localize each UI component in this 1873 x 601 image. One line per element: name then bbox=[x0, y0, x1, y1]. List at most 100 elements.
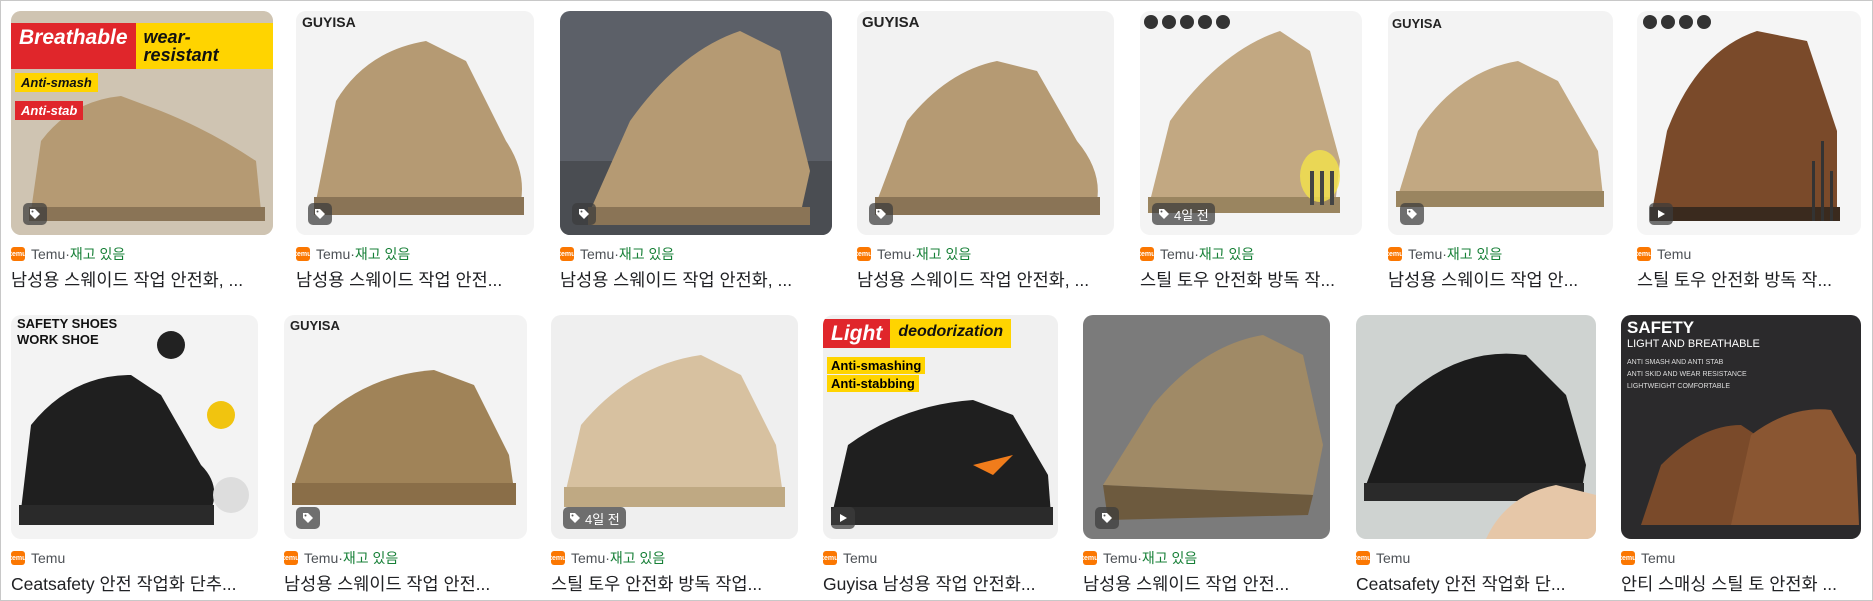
tag-badge bbox=[1649, 203, 1673, 225]
result-thumbnail[interactable]: Light deodorization Anti-smashing Anti-s… bbox=[823, 315, 1058, 539]
stock-status: 재고 있음 bbox=[1141, 550, 1198, 566]
result-thumbnail[interactable]: GUYISA bbox=[296, 11, 534, 235]
result-thumbnail[interactable]: SAFETY SHOES WORK SHOE bbox=[11, 315, 258, 539]
temu-logo-icon: temu bbox=[1387, 247, 1403, 261]
temu-logo-icon: temu bbox=[1620, 551, 1636, 565]
feature-icons bbox=[1144, 15, 1230, 29]
result-card-6[interactable]: GUYISA temu Temu · 재고 있음 남성용 스웨이드 작업 안... bbox=[1387, 11, 1613, 292]
sneaker-image bbox=[823, 315, 1058, 539]
sneaker-image bbox=[11, 315, 258, 539]
overlay-red-banner: Light bbox=[823, 319, 891, 348]
tag-icon bbox=[30, 209, 40, 219]
result-card-3[interactable]: temu Temu · 재고 있음 남성용 스웨이드 작업 안전화, ... bbox=[559, 11, 832, 292]
temu-logo-icon: temu bbox=[295, 247, 311, 261]
source-name[interactable]: Temu bbox=[1641, 550, 1675, 566]
result-title[interactable]: 남성용 스웨이드 작업 안전화, ... bbox=[857, 267, 1114, 292]
overlay-sub1: Anti-smashing bbox=[827, 357, 926, 374]
overlay-line5: LIGHTWEIGHT COMFORTABLE bbox=[1627, 383, 1731, 390]
sneaker-image bbox=[1356, 315, 1596, 539]
source-name[interactable]: Temu bbox=[843, 550, 877, 566]
source-name[interactable]: Temu bbox=[31, 550, 65, 566]
temu-logo-icon: temu bbox=[283, 551, 299, 565]
source-name[interactable]: Temu bbox=[877, 246, 911, 262]
temu-logo-icon: temu bbox=[1082, 551, 1098, 565]
source-name[interactable]: Temu bbox=[1103, 550, 1137, 566]
overlay-line4: ANTI SKID AND WEAR RESISTANCE bbox=[1627, 371, 1747, 378]
brand-label: GUYISA bbox=[1392, 16, 1442, 31]
result-card-13[interactable]: temu Temu Ceatsafety 안전 작업화 단... bbox=[1355, 315, 1596, 596]
result-thumbnail[interactable] bbox=[1356, 315, 1596, 539]
stock-status: 재고 있음 bbox=[342, 550, 399, 566]
result-thumbnail[interactable]: GUYISA bbox=[284, 315, 527, 539]
result-title[interactable]: Ceatsafety 안전 작업화 단추... bbox=[11, 571, 258, 596]
overlay-red-banner: Breathable bbox=[11, 23, 136, 69]
temu-logo-icon: temu bbox=[10, 551, 26, 565]
result-card-10[interactable]: 4일 전 temu Temu · 재고 있음 스틸 토우 안전화 방독 작업... bbox=[550, 315, 798, 596]
tag-badge: 4일 전 bbox=[1152, 203, 1215, 225]
source-name[interactable]: Temu bbox=[31, 246, 65, 262]
source-name[interactable]: Temu bbox=[1160, 246, 1194, 262]
result-card-7[interactable]: temu Temu 스틸 토우 안전화 방독 작... bbox=[1636, 11, 1861, 292]
overlay-line2: LIGHT AND BREATHABLE bbox=[1627, 338, 1760, 350]
source-name[interactable]: Temu bbox=[1657, 246, 1691, 262]
tag-icon bbox=[570, 513, 580, 523]
result-thumbnail[interactable]: Breathable wear-resistant Anti-smash Ant… bbox=[11, 11, 273, 235]
overlay-sub2: Anti-stab bbox=[15, 101, 84, 120]
source-name[interactable]: Temu bbox=[1408, 246, 1442, 262]
result-title[interactable]: 남성용 스웨이드 작업 안전화, ... bbox=[11, 267, 273, 292]
tag-badge bbox=[572, 203, 596, 225]
sneaker-image bbox=[284, 315, 527, 539]
result-card-4[interactable]: GUYISA temu Temu · 재고 있음 남성용 스웨이드 작업 안전화,… bbox=[856, 11, 1114, 292]
tag-icon bbox=[1159, 209, 1169, 219]
result-thumbnail[interactable] bbox=[1083, 315, 1330, 539]
result-thumbnail[interactable]: 4일 전 bbox=[551, 315, 798, 539]
source-name[interactable]: Temu bbox=[304, 550, 338, 566]
result-title[interactable]: 스틸 토우 안전화 방독 작... bbox=[1637, 267, 1861, 292]
result-title[interactable]: 남성용 스웨이드 작업 안전화, ... bbox=[560, 267, 832, 292]
source-name[interactable]: Temu bbox=[1376, 550, 1410, 566]
overlay-yellow-banner: deodorization bbox=[890, 319, 1012, 348]
brand-label: GUYISA bbox=[302, 14, 356, 30]
temu-logo-icon: temu bbox=[822, 551, 838, 565]
result-card-14[interactable]: SAFETY LIGHT AND BREATHABLE ANTI SMASH A… bbox=[1620, 315, 1861, 596]
tag-badge bbox=[23, 203, 47, 225]
sneaker-image bbox=[551, 315, 798, 539]
result-title[interactable]: 남성용 스웨이드 작업 안전... bbox=[284, 571, 527, 596]
result-card-11[interactable]: Light deodorization Anti-smashing Anti-s… bbox=[822, 315, 1058, 596]
stock-status: 재고 있음 bbox=[1198, 246, 1255, 262]
overlay-line2: WORK SHOE bbox=[17, 332, 99, 347]
stock-status: 재고 있음 bbox=[1446, 246, 1503, 262]
result-card-2[interactable]: GUYISA temu Temu · 재고 있음 남성용 스웨이드 작업 안전..… bbox=[295, 11, 534, 292]
result-card-8[interactable]: SAFETY SHOES WORK SHOE temu Temu Ceatsafe… bbox=[10, 315, 258, 596]
result-thumbnail[interactable]: 4일 전 bbox=[1140, 11, 1362, 235]
tag-badge bbox=[831, 507, 855, 529]
play-icon bbox=[840, 514, 847, 522]
result-card-12[interactable]: temu Temu · 재고 있음 남성용 스웨이드 작업 안전... bbox=[1082, 315, 1330, 596]
result-title[interactable]: 남성용 스웨이드 작업 안전... bbox=[296, 267, 534, 292]
result-title[interactable]: 스틸 토우 안전화 방독 작... bbox=[1140, 267, 1362, 292]
result-title[interactable]: Guyisa 남성용 작업 안전화... bbox=[823, 571, 1058, 596]
boot-image bbox=[296, 11, 534, 235]
stock-status: 재고 있음 bbox=[915, 246, 972, 262]
result-title[interactable]: 남성용 스웨이드 작업 안전... bbox=[1083, 571, 1330, 596]
temu-logo-icon: temu bbox=[1139, 247, 1155, 261]
result-card-9[interactable]: GUYISA temu Temu · 재고 있음 남성용 스웨이드 작업 안전..… bbox=[283, 315, 527, 596]
result-thumbnail[interactable] bbox=[560, 11, 832, 235]
source-name[interactable]: Temu bbox=[316, 246, 350, 262]
tag-icon bbox=[1407, 209, 1417, 219]
result-thumbnail[interactable]: SAFETY LIGHT AND BREATHABLE ANTI SMASH A… bbox=[1621, 315, 1861, 539]
result-title[interactable]: 스틸 토우 안전화 방독 작업... bbox=[551, 571, 798, 596]
result-title[interactable]: 남성용 스웨이드 작업 안... bbox=[1388, 267, 1613, 292]
source-name[interactable]: Temu bbox=[580, 246, 614, 262]
result-title[interactable]: 안티 스매싱 스틸 토 안전화 ... bbox=[1621, 571, 1861, 596]
temu-logo-icon: temu bbox=[1355, 551, 1371, 565]
result-thumbnail[interactable]: GUYISA bbox=[857, 11, 1114, 235]
tag-icon bbox=[579, 209, 589, 219]
source-name[interactable]: Temu bbox=[571, 550, 605, 566]
sneaker-image bbox=[1140, 11, 1362, 235]
result-card-1[interactable]: Breathable wear-resistant Anti-smash Ant… bbox=[10, 11, 273, 292]
result-card-5[interactable]: 4일 전 temu Temu · 재고 있음 스틸 토우 안전화 방독 작... bbox=[1139, 11, 1362, 292]
result-title[interactable]: Ceatsafety 안전 작업화 단... bbox=[1356, 571, 1596, 596]
result-thumbnail[interactable] bbox=[1637, 11, 1861, 235]
result-thumbnail[interactable]: GUYISA bbox=[1388, 11, 1613, 235]
